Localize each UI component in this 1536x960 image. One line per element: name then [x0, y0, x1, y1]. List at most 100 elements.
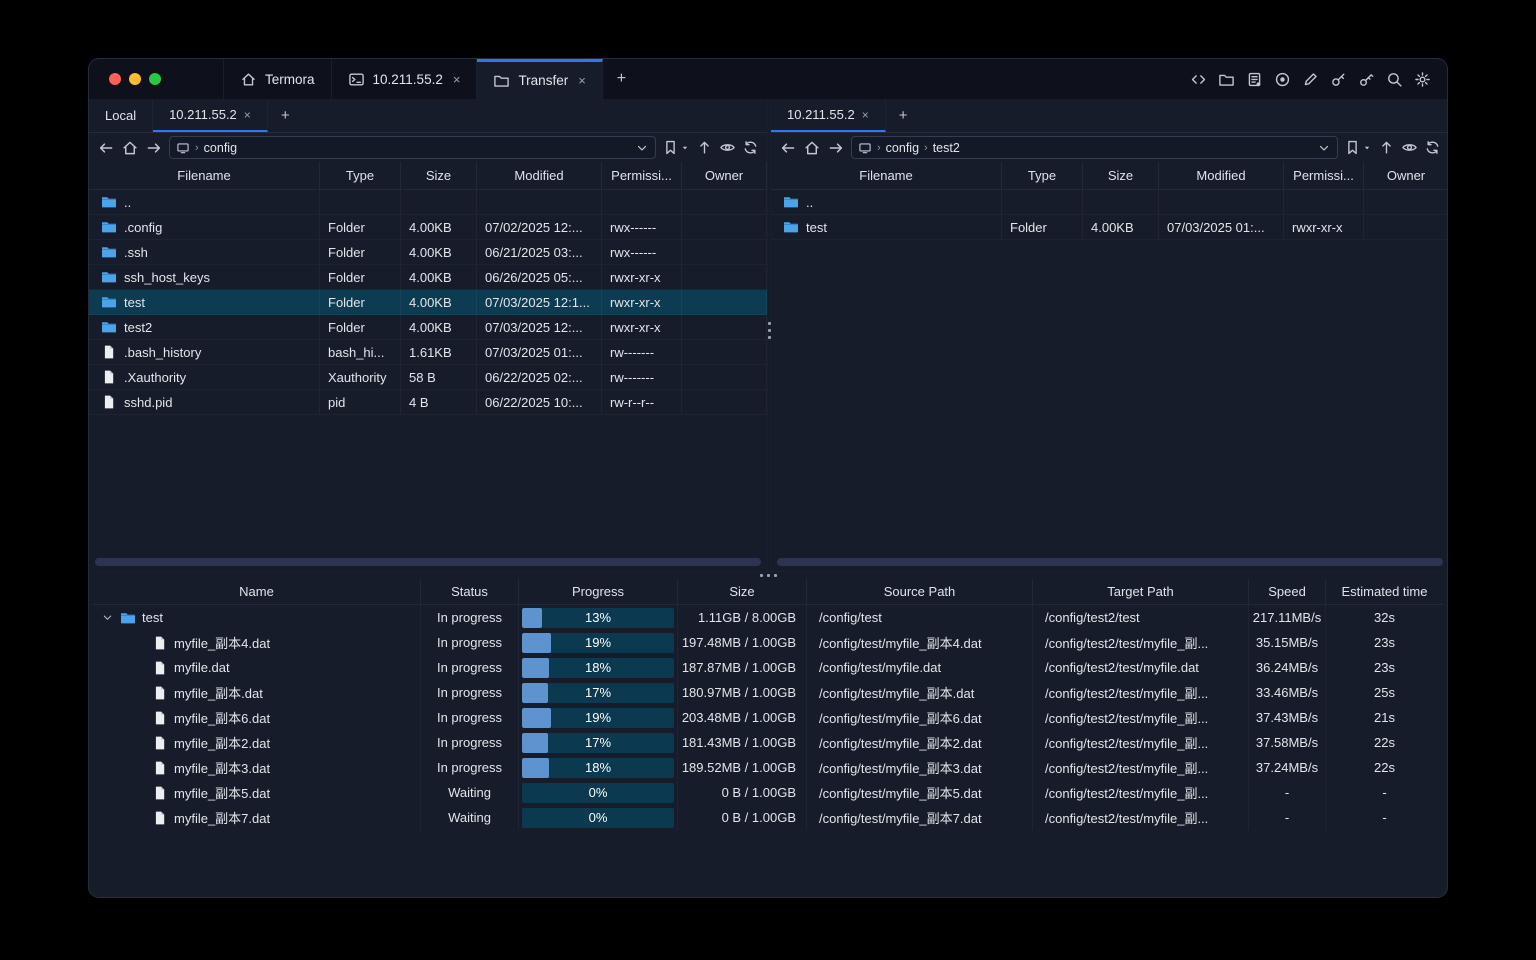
- expand-chevron-icon[interactable]: [101, 611, 114, 624]
- close-window-button[interactable]: [109, 73, 121, 85]
- chevron-down-icon[interactable]: [1317, 141, 1331, 155]
- file-row[interactable]: test2 Folder 4.00KB 07/03/2025 12:... rwxr-x…: [89, 315, 767, 340]
- column-header-modified[interactable]: Modified: [477, 162, 602, 189]
- transfer-row[interactable]: myfile_副本2.dat In progress 17% 181.43MB / 1…: [93, 730, 1443, 755]
- column-header-target-path[interactable]: Target Path: [1033, 579, 1249, 604]
- file-row[interactable]: ..: [771, 190, 1447, 215]
- parent-directory-icon[interactable]: [696, 139, 713, 156]
- column-header-estimated-time[interactable]: Estimated time: [1326, 579, 1443, 604]
- column-header-owner[interactable]: Owner: [1364, 162, 1447, 189]
- column-header-filename[interactable]: Filename: [89, 162, 320, 189]
- new-window-tab-button[interactable]: +: [603, 59, 640, 99]
- code-icon[interactable]: [1190, 71, 1207, 88]
- window-tab-10-211-55-2[interactable]: 10.211.55.2 ×: [332, 59, 478, 99]
- transfer-name-cell: myfile_副本3.dat: [93, 755, 421, 780]
- back-icon[interactable]: [97, 139, 115, 157]
- window-tab-termora[interactable]: Termora: [223, 59, 332, 99]
- forward-icon[interactable]: [145, 139, 163, 157]
- file-row[interactable]: sshd.pid pid 4 B 06/22/2025 10:... rw-r--r--: [89, 390, 767, 415]
- horizontal-splitter[interactable]: [89, 571, 1447, 579]
- caret-down-icon[interactable]: [1362, 143, 1372, 153]
- transfer-row[interactable]: myfile_副本6.dat In progress 19% 203.48MB / 1…: [93, 705, 1443, 730]
- log-icon[interactable]: [1246, 71, 1263, 88]
- left-panel-path-breadcrumb[interactable]: › config: [169, 136, 656, 159]
- bookmark-icon[interactable]: [1344, 139, 1361, 156]
- column-header-name[interactable]: Name: [93, 579, 421, 604]
- file-row[interactable]: ssh_host_keys Folder 4.00KB 06/26/2025 05:.…: [89, 265, 767, 290]
- breadcrumb-segment[interactable]: config: [204, 141, 237, 155]
- home-icon[interactable]: [803, 139, 821, 157]
- breadcrumb-segment[interactable]: config: [886, 141, 919, 155]
- transfer-row[interactable]: myfile_副本3.dat In progress 18% 189.52MB / 1…: [93, 755, 1443, 780]
- transfer-row[interactable]: test In progress 13% 1.11GB / 8.00GB/config…: [93, 605, 1443, 630]
- window-tab-transfer[interactable]: Transfer ×: [477, 59, 603, 99]
- column-header-permissi[interactable]: Permissi...: [1284, 162, 1364, 189]
- record-icon[interactable]: [1274, 71, 1291, 88]
- show-hidden-files-icon[interactable]: [719, 139, 736, 156]
- transfer-name-cell: myfile_副本2.dat: [93, 730, 421, 755]
- owner-cell: [682, 365, 767, 389]
- column-header-modified[interactable]: Modified: [1159, 162, 1284, 189]
- show-hidden-files-icon[interactable]: [1401, 139, 1418, 156]
- column-header-source-path[interactable]: Source Path: [807, 579, 1033, 604]
- file-row[interactable]: test Folder 4.00KB 07/03/2025 01:... rwxr-xr…: [771, 215, 1447, 240]
- home-icon[interactable]: [121, 139, 139, 157]
- folder-icon[interactable]: [1218, 71, 1235, 88]
- column-header-permissi[interactable]: Permissi...: [602, 162, 682, 189]
- panel-tab-10-211-55-2[interactable]: 10.211.55.2 ×: [153, 99, 268, 132]
- transfer-row[interactable]: myfile.dat In progress 18% 187.87MB / 1.00G…: [93, 655, 1443, 680]
- search-icon[interactable]: [1386, 71, 1403, 88]
- breadcrumb-separator: ›: [195, 141, 199, 154]
- zoom-window-button[interactable]: [149, 73, 161, 85]
- parent-directory-icon[interactable]: [1378, 139, 1395, 156]
- new-panel-tab-button[interactable]: +: [268, 99, 303, 132]
- key-icon[interactable]: [1330, 71, 1347, 88]
- column-header-size[interactable]: Size: [401, 162, 477, 189]
- close-tab-icon[interactable]: ×: [862, 108, 869, 122]
- back-icon[interactable]: [779, 139, 797, 157]
- close-tab-icon[interactable]: ×: [578, 73, 586, 88]
- settings-icon[interactable]: [1414, 71, 1431, 88]
- right-panel-toolbar: › config › test2: [771, 133, 1447, 162]
- column-header-type[interactable]: Type: [320, 162, 401, 189]
- column-header-type[interactable]: Type: [1002, 162, 1083, 189]
- caret-down-icon[interactable]: [680, 143, 690, 153]
- file-row[interactable]: .ssh Folder 4.00KB 06/21/2025 03:... rwx----…: [89, 240, 767, 265]
- file-row[interactable]: .Xauthority Xauthority 58 B 06/22/2025 02:.…: [89, 365, 767, 390]
- file-row[interactable]: .bash_history bash_hi... 1.61KB 07/03/2025 …: [89, 340, 767, 365]
- horizontal-scrollbar[interactable]: [777, 558, 1443, 566]
- file-row[interactable]: .config Folder 4.00KB 07/02/2025 12:... rwx-…: [89, 215, 767, 240]
- transfer-row[interactable]: myfile_副本7.dat Waiting 0% 0 B / 1.00GB/conf…: [93, 805, 1443, 830]
- edit-icon[interactable]: [1302, 71, 1319, 88]
- column-header-progress[interactable]: Progress: [519, 579, 678, 604]
- refresh-icon[interactable]: [1424, 139, 1441, 156]
- file-row[interactable]: ..: [89, 190, 767, 215]
- refresh-icon[interactable]: [742, 139, 759, 156]
- bookmark-icon[interactable]: [662, 139, 679, 156]
- column-header-status[interactable]: Status: [421, 579, 519, 604]
- transfer-row[interactable]: myfile_副本4.dat In progress 19% 197.48MB / 1…: [93, 630, 1443, 655]
- size-cell: [1083, 190, 1159, 214]
- column-header-owner[interactable]: Owner: [682, 162, 767, 189]
- panel-tab-10-211-55-2[interactable]: 10.211.55.2 ×: [771, 99, 886, 132]
- window-tab-label: Transfer: [518, 73, 569, 88]
- horizontal-scrollbar[interactable]: [95, 558, 761, 566]
- column-header-speed[interactable]: Speed: [1249, 579, 1326, 604]
- keychain-icon[interactable]: [1358, 71, 1375, 88]
- window-tab-bar: Termora 10.211.55.2 × Transfer × +: [223, 59, 640, 99]
- close-tab-icon[interactable]: ×: [453, 72, 461, 87]
- column-header-filename[interactable]: Filename: [771, 162, 1002, 189]
- minimize-window-button[interactable]: [129, 73, 141, 85]
- forward-icon[interactable]: [827, 139, 845, 157]
- column-header-size[interactable]: Size: [1083, 162, 1159, 189]
- column-header-size[interactable]: Size: [678, 579, 807, 604]
- transfer-row[interactable]: myfile_副本5.dat Waiting 0% 0 B / 1.00GB/conf…: [93, 780, 1443, 805]
- new-panel-tab-button[interactable]: +: [886, 99, 921, 132]
- breadcrumb-segment[interactable]: test2: [933, 141, 960, 155]
- right-panel-path-breadcrumb[interactable]: › config › test2: [851, 136, 1338, 159]
- transfer-row[interactable]: myfile_副本.dat In progress 17% 180.97MB / 1.…: [93, 680, 1443, 705]
- panel-tab-local[interactable]: Local: [89, 99, 154, 132]
- file-row[interactable]: test Folder 4.00KB 07/03/2025 12:1... rwxr-x…: [89, 290, 767, 315]
- chevron-down-icon[interactable]: [635, 141, 649, 155]
- close-tab-icon[interactable]: ×: [244, 108, 251, 122]
